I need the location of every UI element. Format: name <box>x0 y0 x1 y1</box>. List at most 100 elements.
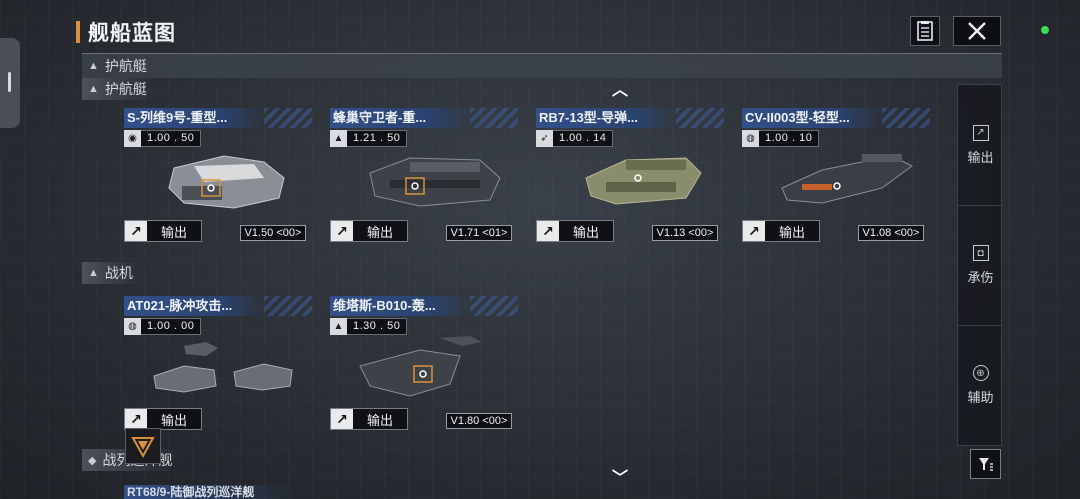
filter-funnel-icon <box>978 458 993 471</box>
ratio-box: ▲ 1.21 . 50 <box>330 130 408 147</box>
shield-icon: ◘ <box>972 245 989 261</box>
tower-type-icon: ▲ <box>330 130 347 147</box>
card-title: 维塔斯-B010-轰... <box>330 296 470 316</box>
fighter-icon: ▲ <box>88 267 99 279</box>
ship-illustration <box>781 154 913 204</box>
missile-type-icon: ◉ <box>124 130 141 147</box>
role-label: 输出 <box>367 412 394 428</box>
arrow-out-icon: ↗ <box>125 409 147 429</box>
card-title: 蜂巢守卫者-重... <box>330 108 470 128</box>
blueprint-card[interactable]: RB7-13型-导弹... ➶ 1.00 . 14 ↗ 输出 V1.13 <00… <box>536 108 724 250</box>
role-output-button[interactable]: ↗ 输出 <box>124 220 202 242</box>
ratio-value: 1.00 . 00 <box>141 318 202 335</box>
filter-tab-tank[interactable]: ◘ 承伤 <box>958 205 1003 325</box>
document-button[interactable] <box>910 16 940 46</box>
version-badge: V1.71 <01> <box>446 225 512 241</box>
title-stripe <box>264 296 312 316</box>
title-stripe <box>676 108 724 128</box>
blueprint-card[interactable]: CV-II003型-轻型... ◍ 1.00 . 10 ↗ 输出 V1.08 <… <box>742 108 930 250</box>
page-title: 舰船蓝图 <box>88 22 176 45</box>
globe-type-icon: ◍ <box>742 130 759 147</box>
role-output-button[interactable]: ↗ 输出 <box>536 220 614 242</box>
card-title: RB7-13型-导弹... <box>536 108 676 128</box>
title-stripe <box>470 296 518 316</box>
document-icon <box>917 21 933 41</box>
role-output-button[interactable]: ↗ 输出 <box>124 408 202 430</box>
corvette-icon: ▲ <box>88 60 99 72</box>
ship-illustration <box>153 342 293 393</box>
filter-label: 承伤 <box>967 270 994 285</box>
arrow-out-icon: ↗ <box>972 124 989 141</box>
rank-emblem-icon <box>131 437 155 459</box>
category-header-fighter: ▲ 战机 <box>82 262 139 284</box>
filter-label: 辅助 <box>967 390 994 405</box>
category-label: 护航艇 <box>104 81 147 97</box>
role-output-button[interactable]: ↗ 输出 <box>330 408 408 430</box>
filter-tab-output[interactable]: ↗ 输出 <box>958 85 1003 205</box>
corvette-icon: ▲ <box>88 83 99 95</box>
ratio-value: 1.30 . 50 <box>347 318 408 335</box>
arrow-out-icon: ↗ <box>537 221 559 241</box>
version-badge: V1.50 <00> <box>240 225 306 241</box>
blueprint-card[interactable]: AT021-脉冲攻击... ◍ 1.00 . 00 ↗ 输出 <box>124 296 312 438</box>
blueprint-card[interactable]: 维塔斯-B010-轰... ▲ 1.30 . 50 ↗ 输出 V1.80 <00… <box>330 296 518 438</box>
card-title: AT021-脉冲攻击... <box>124 296 264 316</box>
card-title: CV-II003型-轻型... <box>742 108 882 128</box>
ship-illustration <box>168 155 285 209</box>
side-drawer-handle[interactable] <box>0 38 20 128</box>
role-label: 输出 <box>161 412 188 428</box>
ship-illustration <box>369 157 501 207</box>
sort-filter-button[interactable] <box>970 449 1001 479</box>
blueprint-list[interactable]: ▲ 护航艇 ︿ S-列维9号-重型... ◉ 1.00 . 50 ↗ 输出 V1… <box>82 78 952 499</box>
wing-type-icon: ➶ <box>536 130 553 147</box>
scroll-up-chevron-icon[interactable]: ︿ <box>612 78 628 100</box>
page-header: 舰船蓝图 <box>76 16 176 48</box>
arrow-out-icon: ↗ <box>331 409 353 429</box>
role-filter-panel: ↗ 输出 ◘ 承伤 ⊕ 辅助 <box>957 84 1003 446</box>
connection-status-indicator <box>1041 26 1049 34</box>
version-badge: V1.08 <00> <box>858 225 924 241</box>
card-title: S-列维9号-重型... <box>124 108 264 128</box>
role-label: 输出 <box>779 224 806 240</box>
blueprint-card[interactable]: 蜂巢守卫者-重... ▲ 1.21 . 50 ↗ 输出 V1.71 <01> <box>330 108 518 250</box>
close-icon <box>968 22 986 40</box>
tower-type-icon: ▲ <box>330 318 347 335</box>
battlecruiser-icon: ◆ <box>88 454 97 467</box>
partial-card-title: RT68/9-陆御战列巡洋舰 <box>124 485 294 499</box>
ship-illustration <box>585 157 702 205</box>
version-badge: V1.13 <00> <box>652 225 718 241</box>
support-icon: ⊕ <box>972 365 989 381</box>
ratio-value: 1.00 . 10 <box>759 130 820 147</box>
rank-badge <box>125 428 161 464</box>
category-header-escort: ▲ 护航艇 <box>82 78 153 100</box>
role-output-button[interactable]: ↗ 输出 <box>742 220 820 242</box>
title-stripe <box>882 108 930 128</box>
filter-tab-support[interactable]: ⊕ 辅助 <box>958 325 1003 445</box>
role-label: 输出 <box>161 224 188 240</box>
version-badge: V1.80 <00> <box>446 413 512 429</box>
ratio-box: ➶ 1.00 . 14 <box>536 130 614 147</box>
sticky-category-label: 护航艇 <box>104 58 147 74</box>
ratio-box: ◍ 1.00 . 10 <box>742 130 820 147</box>
sticky-category-header: ▲ 护航艇 <box>82 53 1002 78</box>
blueprint-card[interactable]: S-列维9号-重型... ◉ 1.00 . 50 ↗ 输出 V1.50 <00> <box>124 108 312 250</box>
role-output-button[interactable]: ↗ 输出 <box>330 220 408 242</box>
title-stripe <box>264 108 312 128</box>
role-label: 输出 <box>573 224 600 240</box>
close-button[interactable] <box>953 16 1001 46</box>
title-accent <box>76 21 80 43</box>
arrow-out-icon: ↗ <box>331 221 353 241</box>
category-label: 战机 <box>104 265 133 281</box>
role-label: 输出 <box>367 224 394 240</box>
ratio-box: ▲ 1.30 . 50 <box>330 318 408 335</box>
ratio-box: ◍ 1.00 . 00 <box>124 318 202 335</box>
ratio-value: 1.00 . 14 <box>553 130 614 147</box>
ratio-value: 1.21 . 50 <box>347 130 408 147</box>
ratio-value: 1.00 . 50 <box>141 130 202 147</box>
arrow-out-icon: ↗ <box>125 221 147 241</box>
ratio-box: ◉ 1.00 . 50 <box>124 130 202 147</box>
filter-label: 输出 <box>967 149 994 165</box>
scroll-down-chevron-icon[interactable]: ﹀ <box>612 464 628 488</box>
title-stripe <box>470 108 518 128</box>
arrow-out-icon: ↗ <box>743 221 765 241</box>
